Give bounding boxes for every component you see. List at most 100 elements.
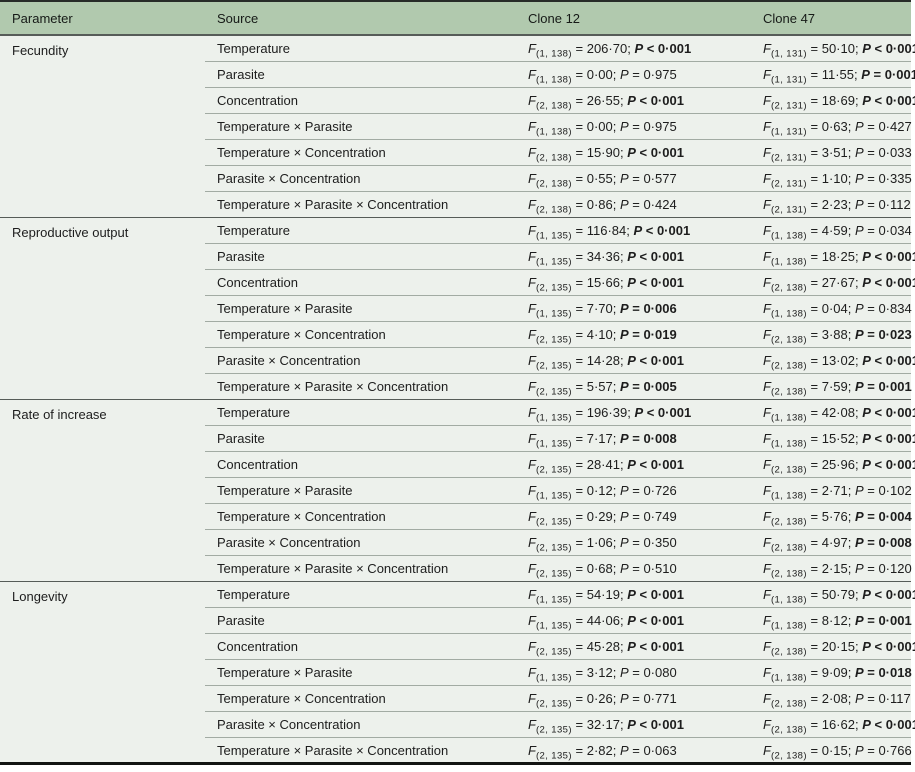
- parameter-cell: Rate of increase: [0, 399, 205, 581]
- p-value: P < 0·001: [862, 353, 915, 368]
- p-value: P = 0·120: [855, 561, 912, 576]
- p-value: P = 0·427: [855, 119, 912, 134]
- clone12-stat-cell: F(1, 135) = 34·36; P < 0·001: [516, 243, 751, 269]
- header-row: Parameter Source Clone 12 Clone 47: [0, 1, 911, 35]
- parameter-cell: Fecundity: [0, 35, 205, 217]
- p-value: P < 0·001: [627, 457, 684, 472]
- p-value: P < 0·001: [862, 431, 915, 446]
- p-value: P = 0·117: [855, 691, 911, 706]
- p-value: P < 0·001: [862, 717, 915, 732]
- statistics-table-wrap: Parameter Source Clone 12 Clone 47 Fecun…: [0, 0, 915, 765]
- p-value: P = 0·102: [855, 483, 912, 498]
- clone47-stat-cell: F(1, 138) = 2·71; P = 0·102: [751, 477, 911, 503]
- source-cell: Temperature × Parasite: [205, 295, 516, 321]
- source-cell: Temperature × Parasite × Concentration: [205, 555, 516, 581]
- p-value: P = 0·350: [620, 535, 677, 550]
- clone12-stat-cell: F(1, 135) = 7·70; P = 0·006: [516, 295, 751, 321]
- clone12-stat-cell: F(2, 135) = 14·28; P < 0·001: [516, 347, 751, 373]
- clone12-stat-cell: F(1, 138) = 0·00; P = 0·975: [516, 113, 751, 139]
- clone12-stat-cell: F(2, 135) = 4·10; P = 0·019: [516, 321, 751, 347]
- clone47-stat-cell: F(2, 138) = 20·15; P < 0·001: [751, 633, 911, 659]
- p-value: P < 0·001: [627, 93, 684, 108]
- clone47-stat-cell: F(1, 138) = 9·09; P = 0·018: [751, 659, 911, 685]
- clone12-stat-cell: F(2, 135) = 32·17; P < 0·001: [516, 711, 751, 737]
- p-value: P < 0·001: [862, 457, 915, 472]
- parameter-cell: Longevity: [0, 581, 205, 763]
- clone47-stat-cell: F(1, 138) = 50·79; P < 0·001: [751, 581, 911, 607]
- source-cell: Concentration: [205, 269, 516, 295]
- clone47-stat-cell: F(2, 138) = 2·08; P = 0·117: [751, 685, 911, 711]
- p-value: P < 0·001: [627, 353, 684, 368]
- clone47-stat-cell: F(2, 138) = 0·15; P = 0·766: [751, 737, 911, 763]
- p-value: P = 0·019: [620, 327, 677, 342]
- clone12-stat-cell: F(2, 135) = 2·82; P = 0·063: [516, 737, 751, 763]
- source-cell: Temperature × Parasite × Concentration: [205, 373, 516, 399]
- clone47-stat-cell: F(2, 131) = 3·51; P = 0·033: [751, 139, 911, 165]
- p-value: P = 0·001: [855, 613, 912, 628]
- table-row: LongevityTemperatureF(1, 135) = 54·19; P…: [0, 581, 911, 607]
- anova-results-table: Parameter Source Clone 12 Clone 47 Fecun…: [0, 0, 911, 765]
- p-value: P = 0·080: [620, 665, 677, 680]
- source-cell: Parasite × Concentration: [205, 347, 516, 373]
- column-header-parameter: Parameter: [0, 1, 205, 35]
- p-value: P < 0·001: [862, 275, 915, 290]
- source-cell: Temperature × Concentration: [205, 685, 516, 711]
- clone12-stat-cell: F(2, 135) = 0·68; P = 0·510: [516, 555, 751, 581]
- clone12-stat-cell: F(2, 135) = 0·26; P = 0·771: [516, 685, 751, 711]
- p-value: P < 0·001: [633, 223, 690, 238]
- column-header-source: Source: [205, 1, 516, 35]
- clone47-stat-cell: F(2, 138) = 13·02; P < 0·001: [751, 347, 911, 373]
- clone47-stat-cell: F(1, 138) = 8·12; P = 0·001: [751, 607, 911, 633]
- p-value: P = 0·112: [855, 197, 911, 212]
- p-value: P = 0·577: [620, 171, 677, 186]
- clone47-stat-cell: F(1, 138) = 42·08; P < 0·001: [751, 399, 911, 425]
- clone12-stat-cell: F(2, 138) = 0·55; P = 0·577: [516, 165, 751, 191]
- clone47-stat-cell: F(2, 138) = 27·67; P < 0·001: [751, 269, 911, 295]
- p-value: P = 0·033: [855, 145, 912, 160]
- p-value: P < 0·001: [627, 639, 684, 654]
- p-value: P < 0·001: [627, 145, 684, 160]
- p-value: P = 0·424: [620, 197, 677, 212]
- clone47-stat-cell: F(2, 131) = 18·69; P < 0·001: [751, 87, 911, 113]
- source-cell: Temperature × Concentration: [205, 139, 516, 165]
- p-value: P = 0·771: [620, 691, 677, 706]
- p-value: P = 0·023: [855, 327, 912, 342]
- table-row: Rate of increaseTemperatureF(1, 135) = 1…: [0, 399, 911, 425]
- source-cell: Temperature × Parasite × Concentration: [205, 737, 516, 763]
- p-value: P < 0·001: [862, 587, 915, 602]
- clone47-stat-cell: F(1, 131) = 50·10; P < 0·001: [751, 35, 911, 61]
- table-body: FecundityTemperatureF(1, 138) = 206·70; …: [0, 35, 911, 763]
- source-cell: Parasite × Concentration: [205, 529, 516, 555]
- clone12-stat-cell: F(2, 138) = 15·90; P < 0·001: [516, 139, 751, 165]
- clone47-stat-cell: F(1, 138) = 0·04; P = 0·834: [751, 295, 911, 321]
- clone47-stat-cell: F(2, 138) = 2·15; P = 0·120: [751, 555, 911, 581]
- clone12-stat-cell: F(1, 135) = 7·17; P = 0·008: [516, 425, 751, 451]
- source-cell: Temperature × Concentration: [205, 503, 516, 529]
- p-value: P = 0·749: [620, 509, 677, 524]
- p-value: P = 0·766: [855, 743, 912, 758]
- clone47-stat-cell: F(2, 138) = 3·88; P = 0·023: [751, 321, 911, 347]
- p-value: P = 0·726: [620, 483, 677, 498]
- clone12-stat-cell: F(1, 135) = 0·12; P = 0·726: [516, 477, 751, 503]
- clone47-stat-cell: F(2, 138) = 4·97; P = 0·008: [751, 529, 911, 555]
- clone47-stat-cell: F(1, 131) = 11·55; P = 0·001: [751, 61, 911, 87]
- clone47-stat-cell: F(1, 131) = 0·63; P = 0·427: [751, 113, 911, 139]
- source-cell: Concentration: [205, 87, 516, 113]
- source-cell: Parasite × Concentration: [205, 165, 516, 191]
- source-cell: Temperature × Parasite: [205, 659, 516, 685]
- clone12-stat-cell: F(2, 135) = 0·29; P = 0·749: [516, 503, 751, 529]
- source-cell: Temperature: [205, 399, 516, 425]
- p-value: P = 0·008: [620, 431, 677, 446]
- p-value: P = 0·975: [620, 119, 677, 134]
- p-value: P = 0·006: [620, 301, 677, 316]
- p-value: P < 0·001: [627, 587, 684, 602]
- clone12-stat-cell: F(1, 135) = 196·39; P < 0·001: [516, 399, 751, 425]
- source-cell: Temperature: [205, 35, 516, 61]
- source-cell: Parasite: [205, 607, 516, 633]
- p-value: P = 0·063: [620, 743, 677, 758]
- p-value: P = 0·834: [855, 301, 912, 316]
- parameter-cell: Reproductive output: [0, 217, 205, 399]
- source-cell: Parasite: [205, 425, 516, 451]
- p-value: P < 0·001: [634, 41, 691, 56]
- clone47-stat-cell: F(2, 138) = 5·76; P = 0·004: [751, 503, 911, 529]
